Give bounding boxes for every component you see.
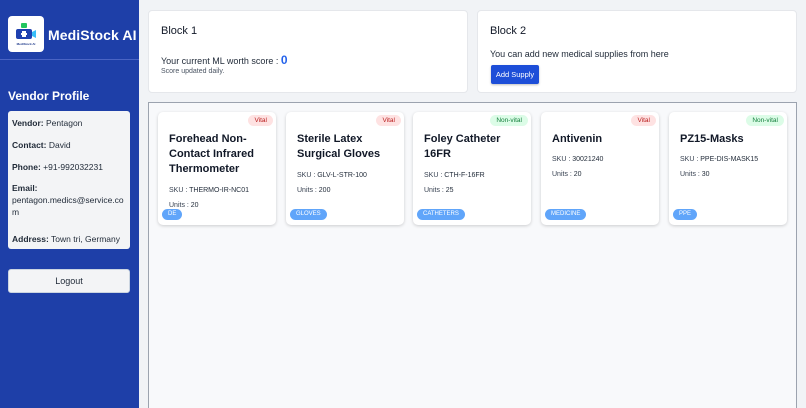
- app-title: MediStock AI: [48, 27, 137, 43]
- vendor-profile-heading: Vendor Profile: [8, 89, 90, 103]
- ml-score-label: Your current ML worth score :: [161, 56, 281, 66]
- units-value: 20: [571, 171, 582, 178]
- product-units: Units : 30: [680, 171, 710, 178]
- sku-value: 30021240: [570, 156, 604, 163]
- profile-contact-value: David: [46, 140, 71, 150]
- product-card[interactable]: Vital Antivenin SKU : 30021240 Units : 2…: [541, 112, 659, 225]
- status-badge: Vital: [376, 115, 401, 126]
- profile-email: Email: pentagon.medics@service.com: [12, 182, 127, 218]
- product-title: Sterile Latex Surgical Gloves: [297, 133, 381, 160]
- sidebar: MediStock AI MediStock AI Vendor Profile…: [0, 0, 139, 408]
- category-tag: MEDICINE: [545, 209, 587, 220]
- units-value: 200: [316, 187, 331, 194]
- category-tag: GLOVES: [290, 209, 327, 220]
- logout-button[interactable]: Logout: [8, 269, 130, 293]
- add-supply-description: You can add new medical supplies from he…: [490, 49, 669, 59]
- category-tag: PPE: [673, 209, 698, 220]
- units-label: Units :: [297, 187, 317, 194]
- category-tag: DE: [162, 209, 183, 220]
- profile-address: Address: Town tri, Germany: [12, 233, 127, 245]
- status-badge: Vital: [631, 115, 656, 126]
- block-2: Block 2 You can add new medical supplies…: [477, 10, 797, 93]
- product-sku: SKU : CTH-F-16FR: [424, 172, 485, 179]
- profile-email-label: Email:: [12, 183, 38, 193]
- product-units: Units : 20: [552, 171, 582, 178]
- units-label: Units :: [552, 171, 572, 178]
- profile-vendor-label: Vendor:: [12, 118, 44, 128]
- product-title: PZ15-Masks: [680, 133, 744, 145]
- units-value: 30: [699, 171, 710, 178]
- product-units: Units : 20: [169, 202, 199, 209]
- score-update-note: Score updated daily.: [161, 68, 225, 75]
- product-title: Antivenin: [552, 133, 603, 145]
- product-list: Vital Forehead Non-Contact Infrared Ther…: [148, 102, 797, 408]
- sku-label: SKU :: [424, 172, 443, 179]
- block-2-title: Block 2: [490, 25, 527, 37]
- product-sku: SKU : GLV-L-STR-100: [297, 172, 367, 179]
- product-units: Units : 25: [424, 187, 454, 194]
- profile-contact: Contact: David: [12, 139, 127, 151]
- product-units: Units : 200: [297, 187, 330, 194]
- product-card[interactable]: Non-vital Foley Catheter 16FR SKU : CTH-…: [413, 112, 531, 225]
- profile-email-value: pentagon.medics@service.com: [12, 195, 124, 217]
- profile-contact-label: Contact:: [12, 140, 47, 150]
- app-logo: MediStock AI: [8, 16, 44, 52]
- status-badge: Vital: [248, 115, 273, 126]
- category-tag: CATHETERS: [417, 209, 465, 220]
- units-label: Units :: [424, 187, 444, 194]
- ml-score-value: 0: [280, 53, 288, 67]
- logo-icon: [16, 23, 36, 39]
- logo-caption: MediStock AI: [16, 42, 36, 46]
- product-title: Forehead Non-Contact Infrared Thermomete…: [169, 133, 254, 175]
- product-title: Foley Catheter 16FR: [424, 133, 501, 160]
- sku-value: GLV-L-STR-100: [315, 172, 367, 179]
- vendor-profile-card: Vendor: Pentagon Contact: David Phone: +…: [8, 111, 130, 249]
- product-sku: SKU : 30021240: [552, 156, 603, 163]
- product-card[interactable]: Non-vital PZ15-Masks SKU : PPE-DIS-MASK1…: [669, 112, 787, 225]
- units-label: Units :: [169, 202, 189, 209]
- product-sku: SKU : PPE-DIS-MASK15: [680, 156, 758, 163]
- block-1: Block 1 Your current ML worth score : 0 …: [148, 10, 468, 93]
- profile-phone-value: +91-992032231: [40, 162, 103, 172]
- profile-vendor: Vendor: Pentagon: [12, 117, 127, 129]
- profile-vendor-value: Pentagon: [43, 118, 83, 128]
- status-badge: Non-vital: [746, 115, 784, 126]
- sku-label: SKU :: [297, 172, 316, 179]
- sku-label: SKU :: [169, 187, 188, 194]
- sku-label: SKU :: [680, 156, 699, 163]
- sku-value: PPE-DIS-MASK15: [698, 156, 759, 163]
- units-value: 25: [443, 187, 454, 194]
- profile-phone: Phone: +91-992032231: [12, 161, 127, 173]
- units-label: Units :: [680, 171, 700, 178]
- product-card[interactable]: Vital Sterile Latex Surgical Gloves SKU …: [286, 112, 404, 225]
- sku-value: CTH-F-16FR: [442, 172, 485, 179]
- units-value: 20: [188, 202, 199, 209]
- add-supply-button[interactable]: Add Supply: [491, 65, 539, 84]
- profile-address-value: Town tri, Germany: [48, 234, 121, 244]
- brand-header: MediStock AI MediStock AI: [0, 0, 139, 60]
- ml-score-line: Your current ML worth score : 0: [161, 53, 288, 67]
- status-badge: Non-vital: [490, 115, 528, 126]
- product-sku: SKU : THERMO-IR-NC01: [169, 187, 249, 194]
- sku-label: SKU :: [552, 156, 571, 163]
- product-card[interactable]: Vital Forehead Non-Contact Infrared Ther…: [158, 112, 276, 225]
- profile-address-label: Address:: [12, 234, 49, 244]
- block-1-title: Block 1: [161, 25, 198, 37]
- sku-value: THERMO-IR-NC01: [187, 187, 250, 194]
- profile-phone-label: Phone:: [12, 162, 41, 172]
